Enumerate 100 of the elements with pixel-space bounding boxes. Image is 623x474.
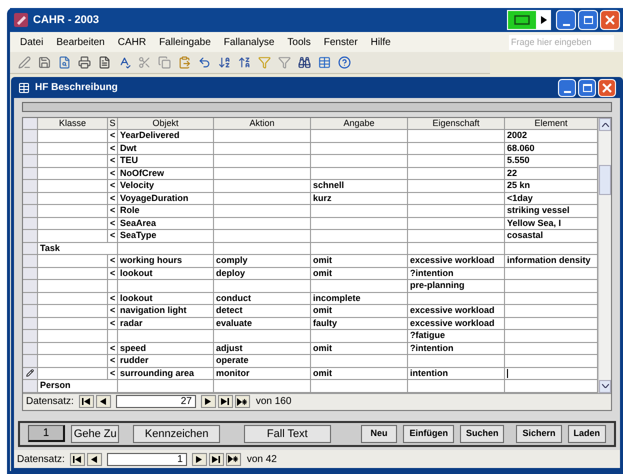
table-cell[interactable]: omit [311, 368, 408, 380]
table-cell[interactable] [408, 142, 505, 155]
action-button[interactable]: Suchen [460, 424, 504, 442]
table-cell[interactable]: < [108, 180, 118, 192]
table-cell[interactable] [311, 230, 408, 242]
table-cell[interactable] [408, 355, 505, 368]
table-cell[interactable] [38, 205, 108, 218]
table-cell[interactable] [38, 305, 108, 318]
menu-item[interactable]: Fenster [324, 34, 358, 50]
table-cell[interactable] [118, 242, 214, 255]
table-cell[interactable] [408, 130, 505, 142]
minimize-button[interactable] [556, 10, 576, 30]
table-cell[interactable]: kurz [311, 192, 408, 205]
copy-icon[interactable] [158, 56, 171, 69]
table-cell[interactable] [408, 292, 505, 305]
last-record-icon[interactable] [218, 395, 233, 408]
pen-icon[interactable] [18, 56, 31, 69]
last-record-icon[interactable] [208, 452, 224, 466]
table-cell[interactable]: lookout [118, 268, 214, 280]
paste-icon[interactable] [178, 56, 191, 69]
new-record-icon[interactable] [234, 395, 250, 408]
filter-icon[interactable] [278, 56, 291, 69]
table-cell[interactable] [214, 280, 311, 292]
table-cell[interactable]: detect [214, 305, 311, 318]
action-button[interactable]: Kennzeichen [133, 424, 220, 442]
table-cell[interactable]: NoOfCrew [118, 168, 214, 180]
table-cell[interactable]: rudder [118, 355, 214, 368]
table-cell[interactable] [311, 280, 408, 292]
corner-cell[interactable] [23, 118, 38, 130]
table-cell[interactable] [108, 242, 118, 255]
table-cell[interactable]: < [108, 230, 118, 242]
help-search-field[interactable]: Frage hier eingeben [509, 34, 614, 50]
table-cell[interactable]: < [108, 368, 118, 380]
page-number-field[interactable]: 1 [28, 425, 65, 442]
table-cell[interactable] [38, 355, 108, 368]
table-cell[interactable]: < [108, 130, 118, 142]
table-cell[interactable]: < [108, 168, 118, 180]
action-button[interactable]: Laden [568, 424, 606, 442]
scroll-down-icon[interactable] [602, 384, 608, 388]
help-icon[interactable] [338, 56, 351, 69]
close-button[interactable] [600, 10, 620, 30]
table-cell[interactable]: < [108, 268, 118, 280]
table-cell[interactable]: schnell [311, 180, 408, 192]
table-cell[interactable]: < [108, 342, 118, 355]
table-cell[interactable]: faulty [311, 318, 408, 330]
table-cell[interactable] [311, 205, 408, 218]
table-cell[interactable]: lookout [118, 292, 214, 305]
table-cell[interactable] [118, 330, 214, 342]
table-cell[interactable] [38, 280, 108, 292]
table-cell[interactable]: < [108, 318, 118, 330]
table-cell[interactable] [311, 155, 408, 168]
table-cell[interactable] [118, 280, 214, 292]
minimize-button[interactable] [558, 78, 576, 96]
table-cell[interactable]: SeaArea [118, 218, 214, 230]
previous-record-icon[interactable] [96, 395, 111, 408]
table-cell[interactable]: < [108, 155, 118, 168]
table-cell[interactable]: < [108, 218, 118, 230]
table-cell[interactable] [408, 218, 505, 230]
table-cell[interactable] [38, 255, 108, 268]
undo-icon[interactable] [198, 56, 211, 69]
table-cell[interactable] [311, 168, 408, 180]
table-cell[interactable] [311, 218, 408, 230]
first-record-icon[interactable] [78, 395, 94, 408]
table-cell[interactable] [38, 368, 108, 380]
table-cell[interactable]: YearDelivered [118, 130, 214, 142]
column-header[interactable]: Objekt [118, 118, 214, 130]
table-cell[interactable]: navigation light [118, 305, 214, 318]
table-cell[interactable] [38, 292, 108, 305]
table-cell[interactable]: working hours [118, 255, 214, 268]
table-cell[interactable]: Dwt [118, 142, 214, 155]
table-cell[interactable]: adjust [214, 342, 311, 355]
table-cell[interactable] [38, 318, 108, 330]
binoculars-icon[interactable] [298, 56, 311, 69]
table-cell[interactable]: SeaType [118, 230, 214, 242]
document-icon[interactable] [98, 56, 111, 69]
table-cell[interactable] [311, 142, 408, 155]
table-cell[interactable] [214, 218, 311, 230]
table-cell[interactable]: radar [118, 318, 214, 330]
record-number-field[interactable]: 27 [116, 395, 196, 408]
table-cell[interactable] [408, 192, 505, 205]
table-cell[interactable] [311, 330, 408, 342]
table-cell[interactable] [408, 168, 505, 180]
table-cell[interactable] [38, 192, 108, 205]
table-cell[interactable] [214, 242, 311, 255]
table-cell[interactable] [38, 342, 108, 355]
save-icon[interactable] [38, 56, 51, 69]
table-cell[interactable]: monitor [214, 368, 311, 380]
table-cell[interactable] [214, 168, 311, 180]
new-record-icon[interactable] [226, 452, 241, 466]
record-number-field[interactable]: 1 [106, 452, 187, 466]
table-cell[interactable] [38, 130, 108, 142]
row-selector[interactable] [23, 368, 38, 380]
table-cell[interactable]: omit [311, 305, 408, 318]
table-cell[interactable] [108, 330, 118, 342]
table-cell[interactable]: ?intention [408, 342, 505, 355]
table-cell[interactable]: excessive workload [408, 318, 505, 330]
table-cell[interactable]: Task [38, 242, 108, 255]
table-cell[interactable] [108, 280, 118, 292]
table-cell[interactable]: < [108, 192, 118, 205]
table-cell[interactable] [214, 230, 311, 242]
